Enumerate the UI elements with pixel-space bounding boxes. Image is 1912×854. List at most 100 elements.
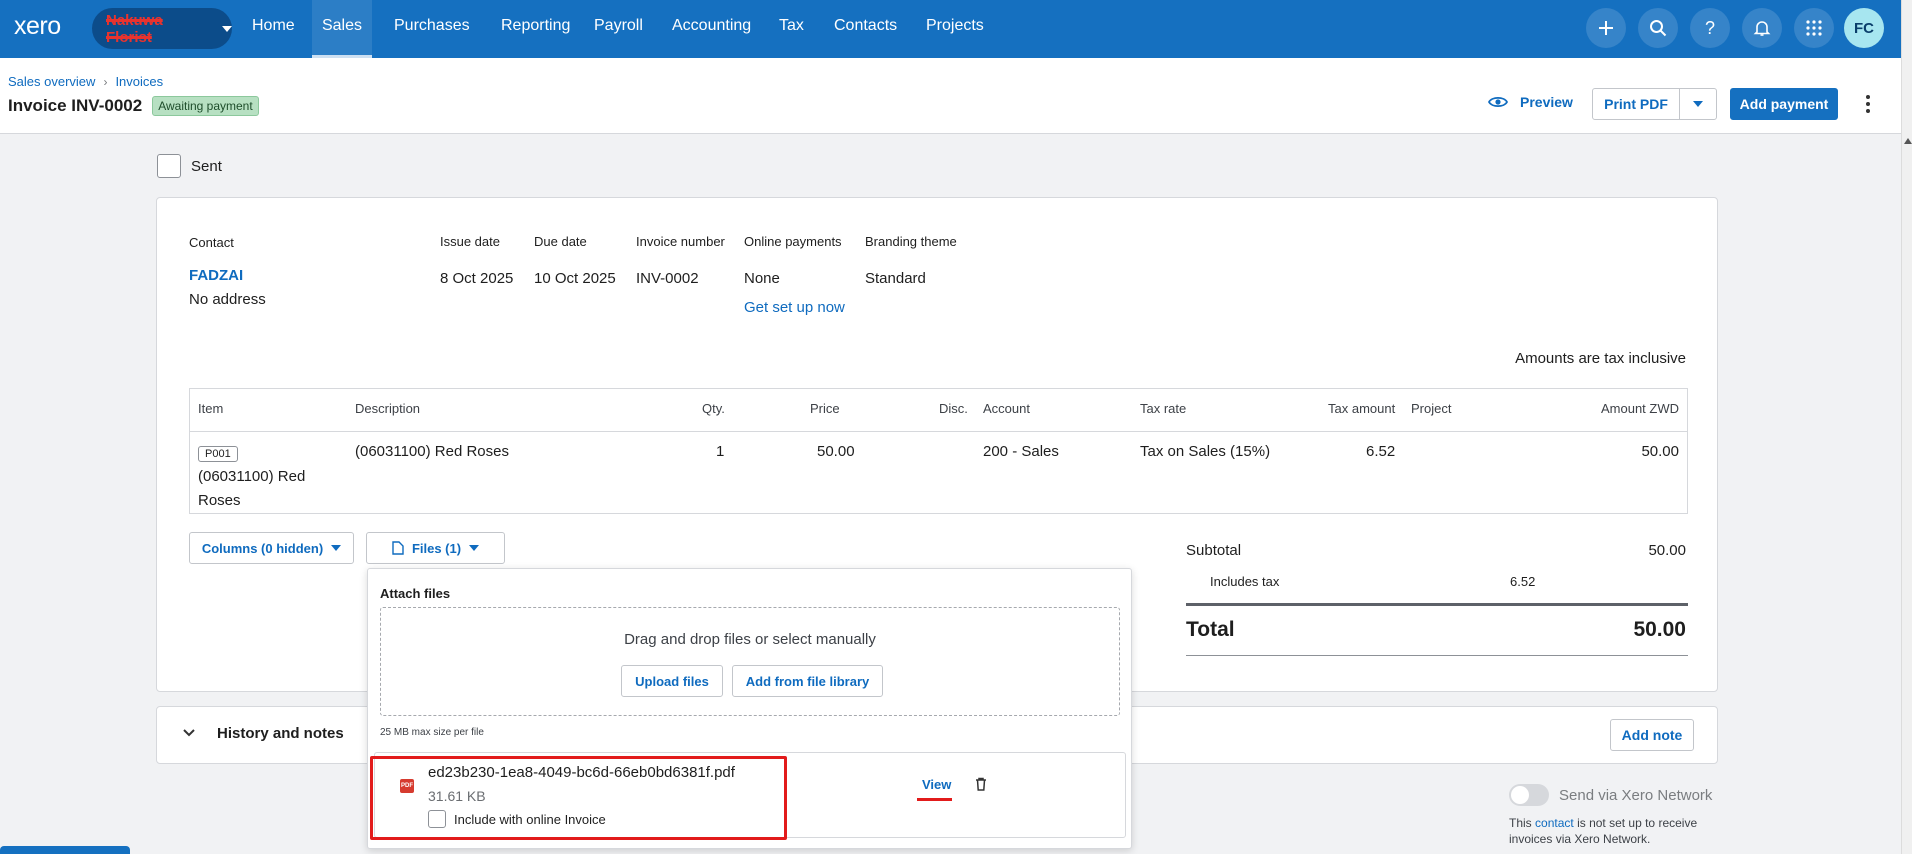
contact-link[interactable]: contact [1535, 816, 1574, 830]
column-header-account: Account [983, 401, 1030, 416]
chevron-down-icon [222, 25, 232, 32]
print-options-dropdown[interactable] [1679, 88, 1717, 120]
item-code-pill: P001 [198, 444, 238, 462]
online-payments-value: None [744, 270, 780, 287]
help-icon: ? [1704, 17, 1715, 38]
add-note-button[interactable]: Add note [1610, 719, 1694, 751]
organisation-name: Nakuwa Florist [106, 11, 163, 46]
columns-dropdown[interactable]: Columns (0 hidden) [189, 532, 354, 564]
nav-sales[interactable]: Sales [312, 0, 372, 58]
nav-accounting[interactable]: Accounting [672, 0, 751, 58]
contact-address: No address [189, 291, 266, 308]
expand-chevron-icon[interactable] [183, 727, 195, 739]
sent-checkbox[interactable] [157, 154, 181, 178]
drop-zone-text: Drag and drop files or select manually [624, 631, 876, 648]
branding-theme-value: Standard [865, 270, 926, 287]
add-from-library-button[interactable]: Add from file library [732, 665, 883, 697]
user-avatar[interactable]: FC [1844, 8, 1884, 48]
online-payments-label: Online payments [744, 234, 842, 249]
columns-label: Columns (0 hidden) [201, 540, 324, 556]
contact-name-link[interactable]: FADZAI [189, 267, 243, 284]
column-header-qty: Qty. [702, 401, 725, 416]
nav-reporting[interactable]: Reporting [501, 0, 570, 58]
status-badge: Awaiting payment [152, 96, 259, 116]
bell-icon [1753, 21, 1771, 36]
item-amount: 50.00 [1641, 443, 1679, 460]
nav-tax[interactable]: Tax [779, 0, 804, 58]
column-header-discount: Disc. [939, 401, 968, 416]
subtotal-value: 50.00 [1648, 542, 1686, 559]
nav-projects[interactable]: Projects [926, 0, 984, 58]
tax-inclusive-note: Amounts are tax inclusive [1515, 350, 1686, 367]
search-button[interactable] [1638, 8, 1678, 48]
item-tax-rate: Tax on Sales (15%) [1140, 443, 1271, 460]
total-label: Total [1186, 618, 1235, 641]
xero-network-toggle[interactable] [1509, 784, 1549, 806]
invoice-number-value: INV-0002 [636, 270, 699, 287]
help-button[interactable]: ? [1690, 8, 1730, 48]
chevron-right-icon: › [103, 74, 108, 89]
column-header-amount: Amount ZWD [1600, 401, 1679, 416]
get-set-up-link[interactable]: Get set up now [744, 299, 845, 316]
add-payment-button[interactable]: Add payment [1730, 88, 1838, 120]
xero-logo[interactable]: xero [14, 12, 61, 41]
total-value: 50.00 [1633, 618, 1686, 641]
breadcrumb-sales-overview[interactable]: Sales overview [8, 74, 95, 89]
issue-date-label: Issue date [440, 234, 500, 249]
more-options-icon[interactable] [1858, 92, 1878, 116]
column-header-item: Item [198, 401, 224, 416]
table-header-row: Item Description Qty. Price Disc. Accoun… [190, 389, 1687, 432]
item-price: 50.00 [817, 443, 855, 460]
xero-network-message: This contact is not set up to receive in… [1509, 815, 1699, 847]
view-file-link[interactable]: View [922, 777, 951, 792]
history-title[interactable]: History and notes [217, 725, 344, 742]
includes-tax-value: 6.52 [1510, 574, 1536, 589]
breadcrumb: Sales overview › Invoices [8, 74, 163, 89]
notifications-button[interactable] [1742, 8, 1782, 48]
vertical-scrollbar[interactable] [1901, 0, 1912, 854]
column-header-description: Description [355, 401, 421, 416]
preview-button[interactable]: Preview [1488, 94, 1573, 110]
attach-files-title: Attach files [380, 586, 451, 601]
files-dropdown[interactable]: Files (1) [366, 532, 505, 564]
nav-purchases[interactable]: Purchases [394, 0, 470, 58]
table-row[interactable]: P001 (06031100) Red Roses (06031100) Red… [190, 432, 1687, 513]
search-icon [1650, 20, 1667, 37]
scroll-up-arrow-icon[interactable] [1904, 138, 1912, 144]
branding-theme-label: Branding theme [865, 234, 957, 249]
item-tax-amount: 6.52 [1366, 443, 1396, 460]
due-date-value: 10 Oct 2025 [534, 270, 616, 287]
chevron-down-icon [469, 545, 480, 551]
apps-button[interactable] [1794, 8, 1834, 48]
plus-icon [1599, 21, 1613, 35]
upload-files-button[interactable]: Upload files [621, 665, 723, 697]
issue-date-value: 8 Oct 2025 [440, 270, 514, 287]
organisation-switcher[interactable]: Nakuwa Florist [92, 8, 232, 49]
files-popup: Attach files Drag and drop files or sele… [367, 568, 1132, 849]
sent-toggle[interactable]: Sent [157, 154, 222, 178]
item-description: (06031100) Red Roses [355, 443, 509, 460]
chevron-down-icon [1693, 101, 1703, 107]
network-msg-before: This [1509, 816, 1532, 830]
grid-icon [1806, 20, 1822, 36]
nav-home[interactable]: Home [252, 0, 295, 58]
top-navigation-bar: xero Nakuwa Florist Home Sales Purchases… [0, 0, 1901, 58]
drop-zone[interactable]: Drag and drop files or select manually U… [380, 607, 1120, 716]
page-title: Invoice INV-0002 [8, 96, 143, 115]
delete-file-icon[interactable] [975, 777, 987, 796]
item-qty: 1 [716, 443, 725, 460]
column-header-project: Project [1411, 401, 1452, 416]
breadcrumb-invoices[interactable]: Invoices [115, 74, 163, 89]
page-title-row: Invoice INV-0002 Awaiting payment [8, 96, 259, 116]
nav-contacts[interactable]: Contacts [834, 0, 897, 58]
item-account: 200 - Sales [983, 443, 1059, 460]
xero-network-toggle-row: Send via Xero Network [1509, 784, 1712, 806]
files-label: Files (1) [411, 540, 462, 556]
preview-label: Preview [1520, 94, 1573, 110]
print-pdf-button[interactable]: Print PDF [1592, 88, 1680, 120]
add-button[interactable] [1586, 8, 1626, 48]
column-header-tax-amount: Tax amount [1328, 401, 1396, 416]
totals-divider [1186, 603, 1688, 606]
view-highlight-underline [917, 798, 952, 801]
nav-payroll[interactable]: Payroll [594, 0, 643, 58]
